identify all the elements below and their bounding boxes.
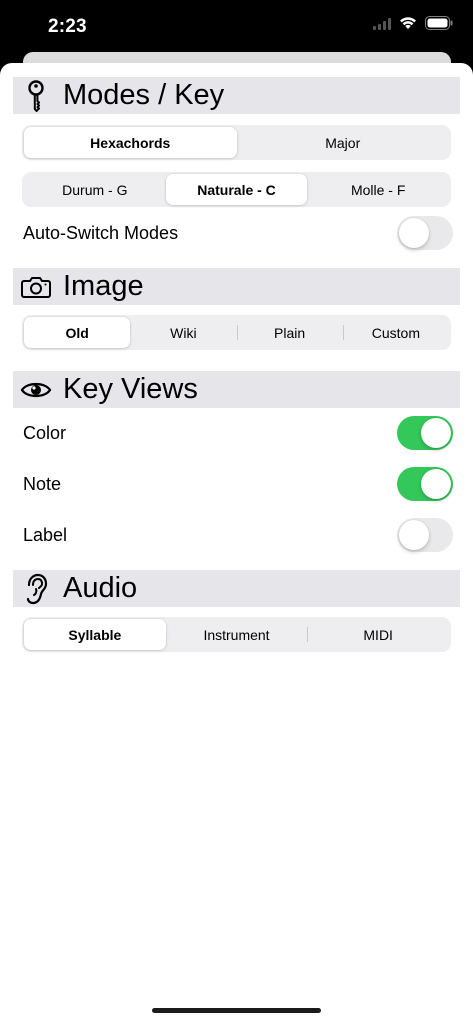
label-label: Label: [23, 524, 68, 545]
toggle-knob: [399, 218, 429, 248]
camera-icon: [13, 275, 59, 299]
segment-plain[interactable]: Plain: [236, 317, 343, 348]
label-row: Label: [23, 517, 453, 553]
eye-icon: [13, 379, 59, 401]
section-header-key-views: Key Views: [13, 371, 460, 408]
segment-old[interactable]: Old: [24, 317, 131, 348]
segment-custom[interactable]: Custom: [342, 317, 449, 348]
segment-molle-f[interactable]: Molle - F: [307, 174, 449, 205]
section-title-audio: Audio: [63, 572, 138, 604]
toggle-knob: [421, 469, 451, 499]
battery-icon: [425, 16, 453, 35]
key-segmented-control: Durum - G Naturale - C Molle - F: [22, 172, 451, 207]
segment-naturale-c[interactable]: Naturale - C: [165, 174, 308, 205]
wifi-icon: [399, 16, 417, 35]
status-time: 2:23: [48, 16, 87, 37]
section-header-modes-key: Modes / Key: [13, 77, 460, 114]
segment-instrument[interactable]: Instrument: [166, 619, 308, 650]
note-toggle[interactable]: [397, 467, 453, 501]
section-header-image: Image: [13, 268, 460, 305]
auto-switch-modes-toggle[interactable]: [397, 216, 453, 250]
auto-switch-modes-row: Auto-Switch Modes: [23, 215, 453, 251]
section-header-audio: Audio: [13, 570, 460, 607]
segment-hexachords[interactable]: Hexachords: [24, 127, 237, 158]
segment-major[interactable]: Major: [237, 127, 450, 158]
status-bar: 2:23: [0, 0, 473, 52]
segment-syllable[interactable]: Syllable: [24, 619, 166, 650]
mode-system-segmented-control: Hexachords Major: [22, 125, 451, 160]
ear-icon: [13, 573, 59, 605]
status-icons: [373, 16, 453, 35]
color-row: Color: [23, 415, 453, 451]
section-title-modes-key: Modes / Key: [63, 79, 225, 111]
home-indicator[interactable]: [152, 1008, 321, 1013]
cellular-signal-icon: [373, 17, 391, 35]
section-title-image: Image: [63, 270, 144, 302]
color-label: Color: [23, 422, 67, 443]
segment-durum-g[interactable]: Durum - G: [24, 174, 166, 205]
note-row: Note: [23, 466, 453, 502]
color-toggle[interactable]: [397, 416, 453, 450]
auto-switch-modes-label: Auto-Switch Modes: [23, 222, 179, 243]
image-segmented-control: Old Wiki Plain Custom: [22, 315, 451, 350]
section-title-key-views: Key Views: [63, 373, 198, 405]
label-toggle[interactable]: [397, 518, 453, 552]
note-label: Note: [23, 473, 62, 494]
key-icon: [13, 79, 59, 112]
segment-midi[interactable]: MIDI: [307, 619, 449, 650]
audio-segmented-control: Syllable Instrument MIDI: [22, 617, 451, 652]
segment-wiki[interactable]: Wiki: [130, 317, 236, 348]
toggle-knob: [399, 520, 429, 550]
toggle-knob: [421, 418, 451, 448]
